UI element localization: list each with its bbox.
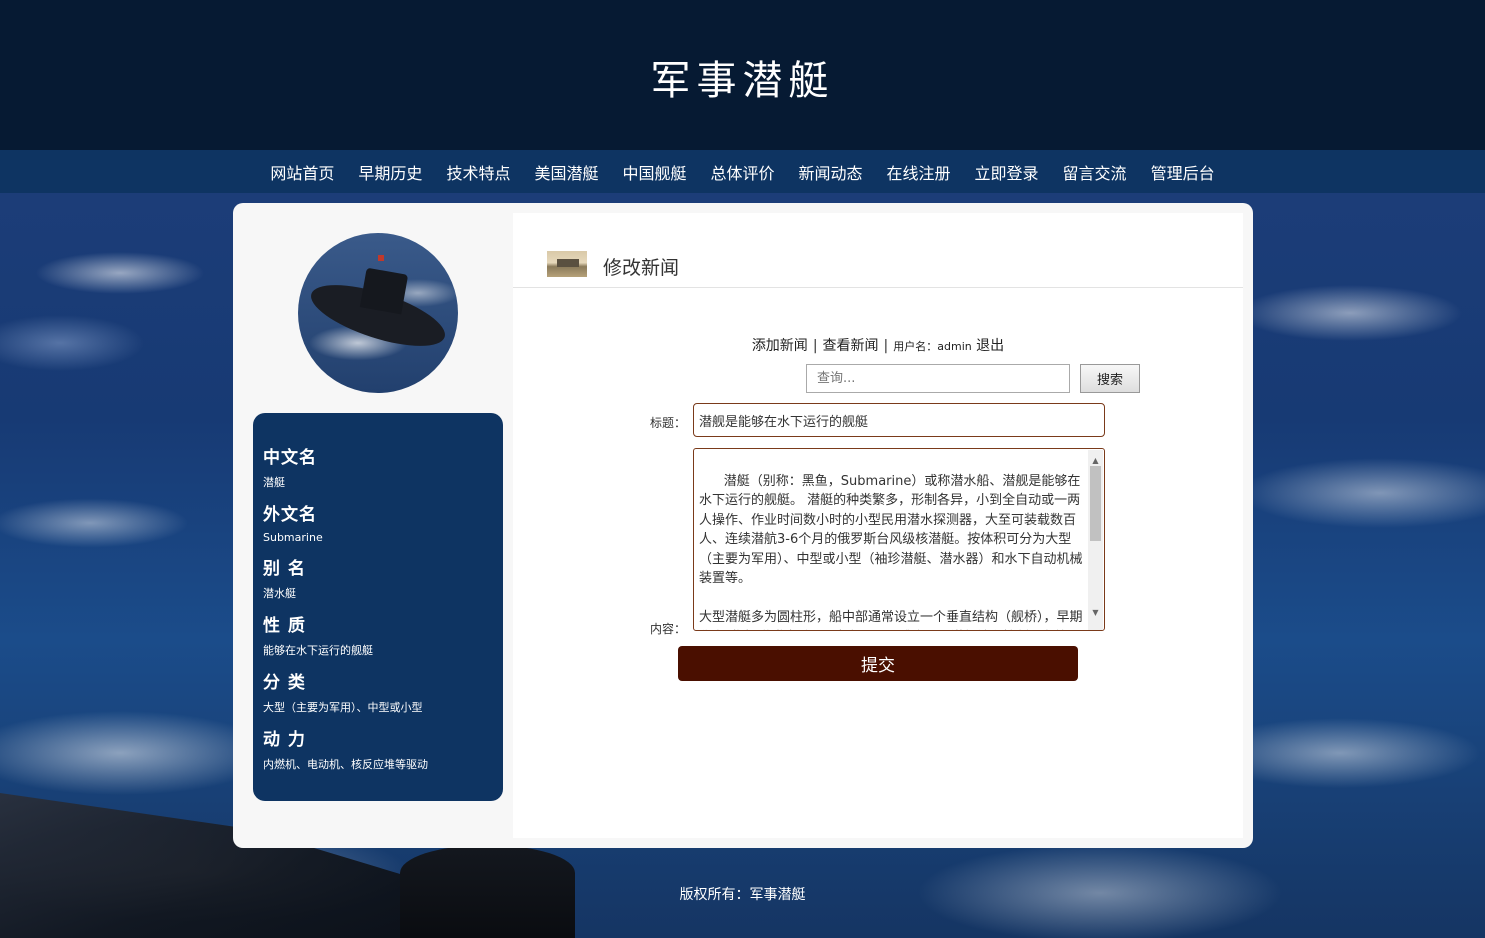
info-term-alias: 别 名	[263, 559, 306, 579]
add-news-link[interactable]: 添加新闻	[752, 338, 808, 354]
nav-item-register[interactable]: 在线注册	[887, 160, 951, 184]
info-term-category: 分 类	[263, 673, 306, 693]
info-def-power: 内燃机、电动机、核反应堆等驱动	[263, 758, 428, 771]
search-button[interactable]: 搜索	[1080, 364, 1140, 393]
info-term-nature: 性 质	[263, 616, 306, 636]
info-def-foreign-name: Submarine	[263, 531, 323, 544]
content-textarea[interactable]: 潜艇（别称：黑鱼，Submarine）或称潜水船、潜舰是能够在水下运行的舰艇。 …	[693, 448, 1105, 631]
info-def-category: 大型（主要为军用）、中型或小型	[263, 701, 423, 714]
site-header: 军事潜艇	[0, 0, 1485, 150]
info-def-chinese-name: 潜艇	[263, 476, 285, 489]
content-header: 修改新闻	[513, 213, 1243, 288]
link-separator: |	[883, 338, 889, 354]
content-label: 内容：	[650, 622, 687, 636]
nav-item-login[interactable]: 立即登录	[975, 160, 1039, 184]
search-input[interactable]	[806, 364, 1070, 393]
nav-item-us-submarines[interactable]: 美国潜艇	[534, 160, 598, 184]
main-container: 中文名 潜艇 外文名 Submarine 别 名 潜水艇 性 质 能够在水下运行…	[233, 203, 1253, 848]
scroll-down-arrow-icon[interactable]: ▼	[1088, 603, 1103, 617]
title-field[interactable]	[693, 403, 1105, 437]
username-label: 用户名：admin	[893, 340, 972, 353]
nav-item-china-warships[interactable]: 中国舰艇	[622, 160, 686, 184]
info-panel: 中文名 潜艇 外文名 Submarine 别 名 潜水艇 性 质 能够在水下运行…	[253, 413, 503, 801]
nav-item-home[interactable]: 网站首页	[270, 160, 334, 184]
avatar-sail	[359, 267, 409, 315]
view-news-link[interactable]: 查看新闻	[823, 338, 879, 354]
nav-item-guestbook[interactable]: 留言交流	[1063, 160, 1127, 184]
info-term-foreign-name: 外文名	[263, 505, 317, 525]
info-def-alias: 潜水艇	[263, 587, 296, 600]
content-panel: 修改新闻 添加新闻|查看新闻|用户名：admin 退出 搜索 标题： 内容： 潜…	[513, 213, 1243, 838]
content-scrollbar[interactable]: ▲ ▼	[1088, 450, 1103, 630]
title-label: 标题：	[650, 416, 687, 430]
nav-item-overall-review[interactable]: 总体评价	[710, 160, 774, 184]
avatar-flag	[378, 255, 384, 261]
footer-copyright: 版权所有：军事潜艇	[679, 887, 806, 903]
heading-ship-shape	[557, 259, 579, 267]
nav-item-early-history[interactable]: 早期历史	[358, 160, 422, 184]
info-term-power: 动 力	[263, 730, 306, 750]
scroll-thumb[interactable]	[1090, 466, 1101, 541]
nav-item-news[interactable]: 新闻动态	[799, 160, 863, 184]
submarine-avatar-image	[298, 233, 458, 393]
content-text: 潜艇（别称：黑鱼，Submarine）或称潜水船、潜舰是能够在水下运行的舰艇。 …	[699, 473, 1083, 631]
heading-ship-icon	[547, 251, 587, 277]
site-title: 军事潜艇	[650, 58, 835, 104]
main-nav: 网站首页 早期历史 技术特点 美国潜艇 中国舰艇 总体评价 新闻动态 在线注册 …	[0, 150, 1485, 193]
link-separator: |	[812, 338, 818, 354]
scroll-up-arrow-icon[interactable]: ▲	[1088, 451, 1103, 465]
admin-links: 添加新闻 | 查看新闻 | 用户名：admin 退出	[513, 335, 1243, 355]
logout-link[interactable]: 退出	[976, 338, 1004, 354]
nav-item-admin[interactable]: 管理后台	[1151, 160, 1215, 184]
page-title: 修改新闻	[603, 257, 680, 279]
info-term-chinese-name: 中文名	[263, 448, 317, 468]
info-def-nature: 能够在水下运行的舰艇	[263, 644, 373, 657]
nav-item-tech-features[interactable]: 技术特点	[446, 160, 510, 184]
submit-button[interactable]: 提交	[678, 646, 1078, 681]
